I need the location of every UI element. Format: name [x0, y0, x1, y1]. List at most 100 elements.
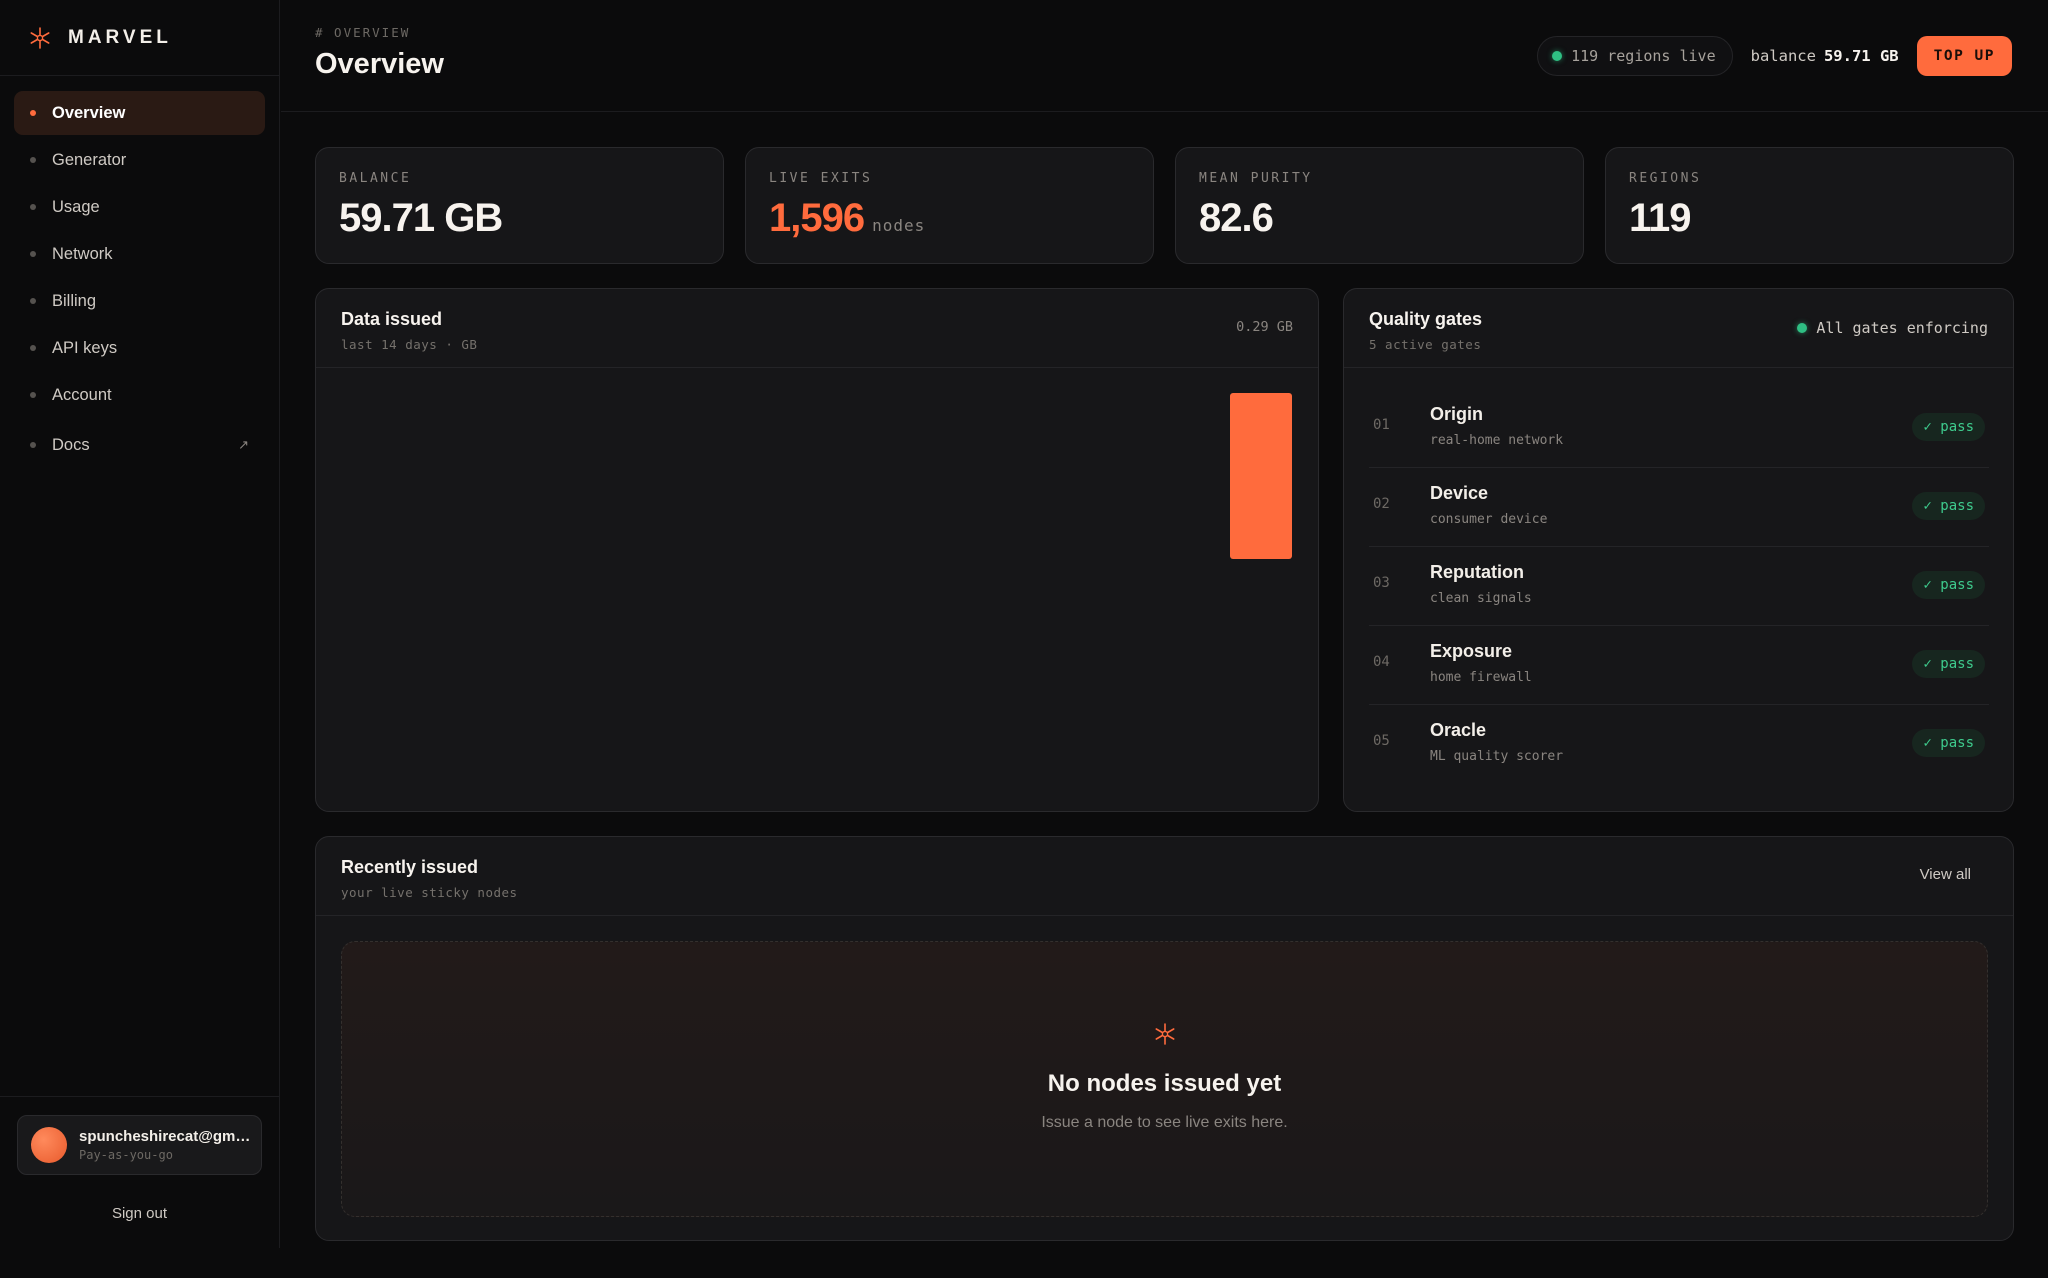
gate-name: Device	[1430, 483, 1489, 503]
user-card[interactable]: spuncheshirecat@gmail.com Pay-as-you-go	[17, 1115, 262, 1175]
stat-label: BALANCE	[339, 171, 412, 186]
panel-subtitle: last 14 days · GB	[341, 337, 478, 352]
dot-icon	[30, 251, 36, 257]
sign-out-button[interactable]: Sign out	[0, 1205, 279, 1222]
star-logo-icon	[30, 26, 50, 49]
dot-icon	[30, 110, 36, 116]
gate-description: ML quality scorer	[1430, 749, 1564, 764]
dot-icon	[30, 392, 36, 398]
nav-item-generator[interactable]: Generator	[14, 138, 265, 182]
nav-item-docs[interactable]: Docs ↗	[14, 423, 265, 467]
nav-item-billing[interactable]: Billing	[14, 279, 265, 323]
brand-name: MARVEL	[68, 26, 172, 48]
panel-title: Data issued	[341, 309, 443, 329]
view-all-link[interactable]: View all	[1920, 866, 1971, 883]
avatar	[31, 1127, 67, 1163]
dot-icon	[30, 298, 36, 304]
balance-value: 59.71 GB	[1823, 47, 1899, 65]
nav-item-label: Usage	[52, 197, 100, 216]
user-area: spuncheshirecat@gmail.com Pay-as-you-go …	[0, 1096, 279, 1248]
gate-row-exposure: 04 Exposure home firewall ✓ pass	[1369, 626, 1989, 705]
stat-card-balance: BALANCE 59.71 GB	[315, 147, 724, 264]
breadcrumb: # OVERVIEW	[315, 25, 411, 40]
nav-item-label: Docs	[52, 435, 90, 454]
gate-name: Reputation	[1430, 562, 1524, 582]
gate-number: 03	[1373, 575, 1390, 591]
stat-label: LIVE EXITS	[769, 171, 873, 186]
status-dot-icon	[1552, 51, 1563, 61]
nav-item-label: Account	[52, 385, 112, 404]
nav-item-label: Overview	[52, 103, 126, 122]
gate-row-reputation: 03 Reputation clean signals ✓ pass	[1369, 547, 1989, 626]
star-logo-icon	[1155, 1023, 1175, 1045]
top-up-button[interactable]: TOP UP	[1916, 36, 2012, 76]
dot-icon	[30, 204, 36, 210]
stat-value: 59.71 GB	[339, 196, 723, 241]
nav-item-overview[interactable]: Overview	[14, 91, 265, 135]
pass-badge: ✓ pass	[1912, 492, 1985, 520]
stat-value: 1,596 nodes	[769, 196, 1153, 241]
chart-total: 0.29 GB	[1236, 319, 1293, 335]
gate-row-device: 02 Device consumer device ✓ pass	[1369, 468, 1989, 547]
gate-number: 02	[1373, 496, 1390, 512]
data-issued-panel: Data issued last 14 days · GB 0.29 GB	[315, 288, 1319, 812]
nav-item-api-keys[interactable]: API keys	[14, 326, 265, 370]
empty-state: No nodes issued yet Issue a node to see …	[341, 941, 1988, 1217]
stat-number: 82.6	[1199, 196, 1274, 240]
pass-badge: ✓ pass	[1912, 571, 1985, 599]
quality-gates-panel: Quality gates 5 active gates All gates e…	[1343, 288, 2014, 812]
header-actions: 119 regions live balance 59.71 GB TOP UP	[1537, 36, 2012, 76]
gate-description: home firewall	[1430, 670, 1532, 685]
gate-row-origin: 01 Origin real-home network ✓ pass	[1369, 389, 1989, 468]
brand[interactable]: MARVEL	[0, 0, 279, 76]
main-nav: Overview Generator Usage Network Billing…	[0, 76, 279, 467]
gate-name: Exposure	[1430, 641, 1513, 661]
panel-header: Data issued last 14 days · GB 0.29 GB	[316, 289, 1318, 368]
gate-number: 04	[1373, 654, 1390, 670]
stat-number: 1,596	[769, 196, 865, 240]
stat-cards: BALANCE 59.71 GB LIVE EXITS 1,596 nodes …	[315, 147, 2014, 264]
user-info: spuncheshirecat@gmail.com Pay-as-you-go	[79, 1128, 251, 1162]
page-title: Overview	[315, 48, 444, 80]
external-link-icon: ↗	[238, 437, 249, 452]
panel-title: Quality gates	[1369, 309, 1483, 329]
sidebar: MARVEL Overview Generator Usage Network …	[0, 0, 280, 1248]
stat-card-mean-purity: MEAN PURITY 82.6	[1175, 147, 1584, 264]
stat-label: MEAN PURITY	[1199, 171, 1313, 186]
nav-item-label: Generator	[52, 150, 127, 169]
nav-item-label: API keys	[52, 338, 118, 357]
panel-header: Recently issued your live sticky nodes V…	[316, 837, 2013, 916]
panel-header: Quality gates 5 active gates All gates e…	[1344, 289, 2013, 368]
panel-subtitle: your live sticky nodes	[341, 885, 518, 900]
dot-icon	[30, 442, 36, 448]
dot-icon	[30, 157, 36, 163]
pass-badge: ✓ pass	[1912, 413, 1985, 441]
stat-card-live-exits: LIVE EXITS 1,596 nodes	[745, 147, 1154, 264]
stat-number: 119	[1629, 196, 1692, 240]
balance-label: balance	[1750, 47, 1816, 65]
stat-value: 119	[1629, 196, 2013, 241]
panel-subtitle: 5 active gates	[1369, 337, 1482, 352]
gates-status: All gates enforcing	[1797, 319, 1988, 337]
main-content: # OVERVIEW Overview 119 regions live bal…	[281, 0, 2048, 1278]
nav-item-usage[interactable]: Usage	[14, 185, 265, 229]
pass-badge: ✓ pass	[1912, 729, 1985, 757]
chart-bar-d14[interactable]	[1230, 393, 1292, 559]
gates-list: 01 Origin real-home network ✓ pass 02 De…	[1369, 389, 1989, 784]
empty-state-subtitle: Issue a node to see live exits here.	[1041, 1114, 1288, 1131]
gates-status-text: All gates enforcing	[1816, 319, 1988, 337]
dot-icon	[30, 345, 36, 351]
stat-unit: nodes	[872, 216, 926, 235]
user-email: spuncheshirecat@gmail.com	[79, 1128, 251, 1145]
nav-item-label: Billing	[52, 291, 97, 310]
nav-item-account[interactable]: Account	[14, 373, 265, 417]
gate-row-oracle: 05 Oracle ML quality scorer ✓ pass	[1369, 705, 1989, 784]
nav-item-network[interactable]: Network	[14, 232, 265, 276]
data-issued-chart	[1230, 393, 1292, 559]
gate-description: real-home network	[1430, 433, 1564, 448]
header-balance: balance 59.71 GB	[1751, 47, 1899, 65]
gate-number: 05	[1373, 733, 1390, 749]
pass-badge: ✓ pass	[1912, 650, 1985, 678]
stat-number: 59.71 GB	[339, 196, 503, 240]
gate-name: Origin	[1430, 404, 1483, 424]
